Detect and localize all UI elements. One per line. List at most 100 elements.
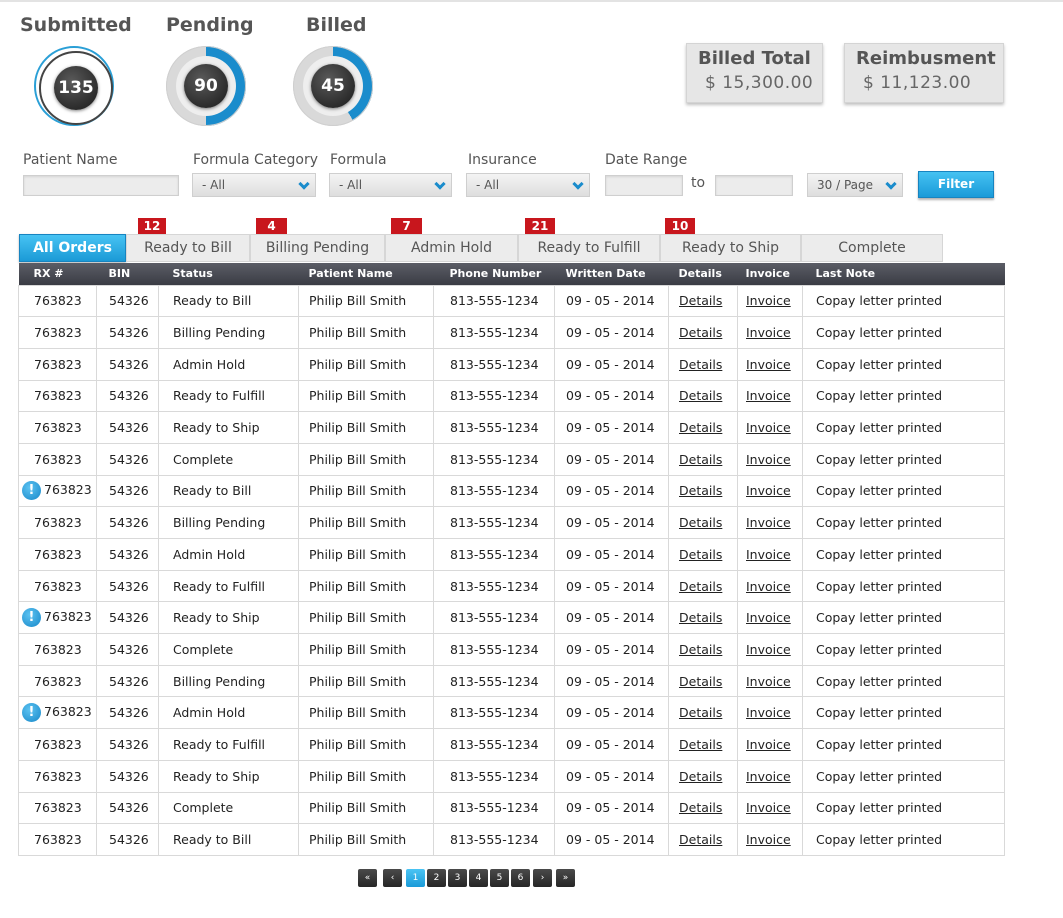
- next-page-button[interactable]: ›: [533, 869, 552, 887]
- invoice-link[interactable]: Invoice: [746, 547, 791, 562]
- invoice-link[interactable]: Invoice: [746, 674, 791, 689]
- note-cell: Copay letter printed: [802, 316, 1005, 349]
- invoice-cell: Invoice: [737, 823, 803, 856]
- invoice-link[interactable]: Invoice: [746, 769, 791, 784]
- billed-ring: 45: [293, 46, 373, 126]
- invoice-link[interactable]: Invoice: [746, 357, 791, 372]
- tab-all-orders[interactable]: All Orders: [19, 234, 126, 262]
- alert-icon[interactable]: !: [22, 608, 41, 628]
- page-button-2[interactable]: 2: [427, 869, 446, 887]
- col-header-details[interactable]: Details: [668, 263, 738, 285]
- billed-total-label: Billed Total: [698, 48, 811, 69]
- patient-cell: Philip Bill Smith: [298, 379, 434, 413]
- details-link[interactable]: Details: [679, 420, 722, 435]
- details-link[interactable]: Details: [679, 483, 722, 498]
- date-to-input[interactable]: [715, 175, 793, 196]
- col-header-invoice[interactable]: Invoice: [737, 263, 803, 285]
- details-link[interactable]: Details: [679, 642, 722, 657]
- status-cell: Ready to Ship: [158, 411, 299, 444]
- invoice-link[interactable]: Invoice: [746, 642, 791, 657]
- invoice-link[interactable]: Invoice: [746, 579, 791, 594]
- tab-ready-to-bill[interactable]: Ready to Bill: [126, 234, 250, 262]
- patient-name-input[interactable]: [23, 175, 179, 196]
- col-header-last-note[interactable]: Last Note: [802, 263, 1005, 285]
- invoice-link[interactable]: Invoice: [746, 515, 791, 530]
- alert-icon[interactable]: !: [22, 703, 41, 723]
- rx-number: 763823: [34, 388, 82, 404]
- patient-cell: Philip Bill Smith: [298, 633, 434, 666]
- invoice-link[interactable]: Invoice: [746, 293, 791, 308]
- patient-cell: Philip Bill Smith: [298, 696, 434, 730]
- tab-billing-pending[interactable]: Billing Pending: [250, 234, 385, 262]
- invoice-link[interactable]: Invoice: [746, 610, 791, 625]
- invoice-link[interactable]: Invoice: [746, 325, 791, 340]
- invoice-link[interactable]: Invoice: [746, 420, 791, 435]
- page-button-1[interactable]: 1: [406, 869, 425, 887]
- details-link[interactable]: Details: [679, 737, 722, 752]
- filter-button[interactable]: Filter: [918, 171, 994, 198]
- rx-cell: 763823: [18, 569, 97, 603]
- page-button-5[interactable]: 5: [490, 869, 509, 887]
- formula-category-select[interactable]: - All: [192, 173, 316, 197]
- col-header-status[interactable]: Status: [158, 263, 299, 285]
- details-link[interactable]: Details: [679, 769, 722, 784]
- tab-admin-hold[interactable]: Admin Hold: [385, 234, 518, 262]
- col-header-bin[interactable]: BIN: [96, 263, 159, 285]
- invoice-link[interactable]: Invoice: [746, 452, 791, 467]
- tab-ready-to-ship[interactable]: Ready to Ship: [660, 234, 801, 262]
- rx-number: 763823: [34, 451, 82, 467]
- details-link[interactable]: Details: [679, 293, 722, 308]
- details-link[interactable]: Details: [679, 547, 722, 562]
- invoice-link[interactable]: Invoice: [746, 737, 791, 752]
- invoice-link[interactable]: Invoice: [746, 705, 791, 720]
- badge-admin-hold: 7: [391, 218, 422, 234]
- tab-complete[interactable]: Complete: [801, 234, 943, 262]
- details-link[interactable]: Details: [679, 452, 722, 467]
- tab-ready-to-fulfill[interactable]: Ready to Fulfill: [518, 234, 660, 262]
- note-cell: Copay letter printed: [802, 823, 1005, 856]
- invoice-link[interactable]: Invoice: [746, 388, 791, 403]
- col-header-rx[interactable]: RX #: [18, 263, 97, 285]
- patient-cell: Philip Bill Smith: [298, 728, 434, 761]
- rx-cell: 763823: [18, 823, 97, 856]
- details-link[interactable]: Details: [679, 357, 722, 372]
- details-link[interactable]: Details: [679, 832, 722, 847]
- col-header-written-date[interactable]: Written Date: [554, 263, 669, 285]
- page-button-6[interactable]: 6: [511, 869, 530, 887]
- details-link[interactable]: Details: [679, 610, 722, 625]
- col-header-phone[interactable]: Phone Number: [433, 263, 555, 285]
- details-link[interactable]: Details: [679, 674, 722, 689]
- page-button-4[interactable]: 4: [469, 869, 488, 887]
- last-page-button[interactable]: »: [556, 869, 575, 887]
- details-link[interactable]: Details: [679, 705, 722, 720]
- per-page-select[interactable]: 30 / Page: [807, 173, 903, 197]
- first-page-button[interactable]: «: [358, 869, 377, 887]
- alert-icon[interactable]: !: [22, 481, 41, 501]
- details-link[interactable]: Details: [679, 515, 722, 530]
- details-link[interactable]: Details: [679, 800, 722, 815]
- invoice-link[interactable]: Invoice: [746, 800, 791, 815]
- formula-value: - All: [339, 178, 363, 192]
- bin-cell: 54326: [96, 411, 159, 444]
- insurance-select[interactable]: - All: [466, 173, 590, 197]
- prev-page-button[interactable]: ‹: [383, 869, 402, 887]
- details-link[interactable]: Details: [679, 579, 722, 594]
- details-link[interactable]: Details: [679, 325, 722, 340]
- note-cell: Copay letter printed: [802, 664, 1005, 698]
- formula-select[interactable]: - All: [329, 173, 452, 197]
- details-cell: Details: [668, 379, 738, 413]
- patient-cell: Philip Bill Smith: [298, 759, 434, 793]
- status-cell: Complete: [158, 633, 299, 666]
- invoice-link[interactable]: Invoice: [746, 483, 791, 498]
- page-button-3[interactable]: 3: [448, 869, 467, 887]
- bin-cell: 54326: [96, 474, 159, 508]
- col-header-patient-name[interactable]: Patient Name: [298, 263, 434, 285]
- details-link[interactable]: Details: [679, 388, 722, 403]
- table-row: ! 763823 54326 Ready to Bill Philip Bill Smi…: [18, 474, 1005, 508]
- status-cell: Ready to Bill: [158, 474, 299, 508]
- table-row: 763823 54326 Admin Hold Philip Bill Smith 81…: [18, 347, 1005, 381]
- rx-cell: 763823: [18, 442, 97, 476]
- invoice-link[interactable]: Invoice: [746, 832, 791, 847]
- stat-submitted: Submitted: [20, 14, 132, 36]
- date-from-input[interactable]: [605, 175, 683, 196]
